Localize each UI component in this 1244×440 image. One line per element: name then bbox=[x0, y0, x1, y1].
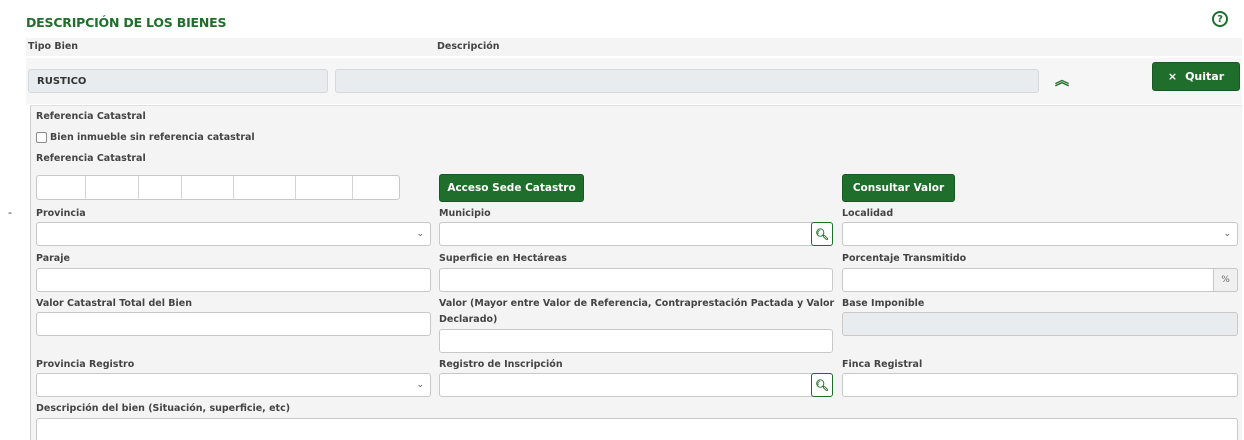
provincia-label: Provincia bbox=[36, 208, 86, 219]
registro-inscripcion-input[interactable]: 🔍︎ bbox=[439, 373, 833, 397]
porcentaje-input[interactable]: % bbox=[842, 268, 1238, 292]
descripcion-field bbox=[335, 69, 1039, 93]
provincia-registro-label: Provincia Registro bbox=[36, 359, 135, 370]
search-icon[interactable]: 🔍︎ bbox=[811, 222, 833, 246]
ref-catastral-label: Referencia Catastral bbox=[36, 153, 146, 164]
chevron-down-icon: ⌄ bbox=[416, 380, 424, 390]
paraje-label: Paraje bbox=[36, 253, 70, 264]
acceso-sede-catastro-button[interactable]: Acceso Sede Catastro bbox=[439, 174, 584, 202]
localidad-label: Localidad bbox=[842, 208, 894, 219]
dash-marker: - bbox=[8, 206, 12, 219]
provincia-registro-select[interactable]: ⌄ bbox=[36, 373, 431, 397]
municipio-label: Municipio bbox=[439, 208, 491, 219]
municipio-input[interactable]: 🔍︎ bbox=[439, 222, 833, 246]
descripcion-bien-textarea[interactable] bbox=[36, 418, 1238, 440]
registro-inscripcion-label: Registro de Inscripción bbox=[439, 359, 563, 370]
localidad-select[interactable]: ⌄ bbox=[842, 222, 1238, 246]
column-header-descripcion: Descripción bbox=[437, 41, 500, 52]
base-imponible-input bbox=[842, 312, 1238, 336]
section-title: DESCRIPCIÓN DE LOS BIENES bbox=[26, 15, 227, 30]
valor-label-line1: Valor (Mayor entre Valor de Referencia, … bbox=[439, 298, 835, 309]
search-icon[interactable]: 🔍︎ bbox=[811, 373, 833, 397]
chevron-double-up-icon[interactable]: ︽ bbox=[1053, 72, 1071, 90]
superficie-input[interactable] bbox=[439, 268, 833, 292]
ref-catastral-heading: Referencia Catastral bbox=[36, 111, 146, 122]
valor-catastral-input[interactable] bbox=[36, 312, 431, 336]
column-header-bar bbox=[26, 38, 1242, 56]
ref-catastral-inputs bbox=[36, 175, 400, 200]
finca-registral-input[interactable] bbox=[842, 373, 1238, 397]
ref-catastral-seg-1[interactable] bbox=[37, 176, 86, 199]
porcentaje-label: Porcentaje Transmitido bbox=[842, 253, 967, 264]
tipo-bien-field: RUSTICO bbox=[28, 69, 328, 93]
consultar-valor-button[interactable]: Consultar Valor bbox=[842, 174, 955, 202]
base-imponible-label: Base Imponible bbox=[842, 298, 925, 309]
percent-addon: % bbox=[1213, 268, 1238, 292]
ref-catastral-seg-3[interactable] bbox=[139, 176, 182, 199]
ref-catastral-seg-5[interactable] bbox=[234, 176, 296, 199]
ref-catastral-seg-4[interactable] bbox=[182, 176, 234, 199]
ref-catastral-seg-6[interactable] bbox=[296, 176, 353, 199]
valor-input[interactable] bbox=[439, 329, 833, 353]
valor-catastral-label: Valor Catastral Total del Bien bbox=[36, 298, 192, 309]
provincia-select[interactable]: ⌄ bbox=[36, 222, 431, 246]
quitar-button[interactable]: × Quitar bbox=[1152, 62, 1240, 91]
superficie-label: Superficie en Hectáreas bbox=[439, 253, 567, 264]
close-icon: × bbox=[1167, 70, 1178, 83]
finca-registral-label: Finca Registral bbox=[842, 359, 923, 370]
sin-referencia-checkbox[interactable] bbox=[36, 132, 47, 143]
descripcion-bien-label: Descripción del bien (Situación, superfi… bbox=[36, 403, 291, 414]
help-icon[interactable]: ? bbox=[1212, 11, 1228, 27]
ref-catastral-seg-7[interactable] bbox=[353, 176, 399, 199]
valor-label-line2: Declarado) bbox=[439, 314, 498, 325]
chevron-down-icon: ⌄ bbox=[416, 229, 424, 239]
column-header-tipo-bien: Tipo Bien bbox=[28, 41, 79, 52]
chevron-down-icon: ⌄ bbox=[1223, 229, 1231, 239]
quitar-label: Quitar bbox=[1185, 70, 1225, 83]
paraje-input[interactable] bbox=[36, 268, 431, 292]
ref-catastral-seg-2[interactable] bbox=[86, 176, 139, 199]
sin-referencia-label: Bien inmueble sin referencia catastral bbox=[50, 132, 255, 143]
